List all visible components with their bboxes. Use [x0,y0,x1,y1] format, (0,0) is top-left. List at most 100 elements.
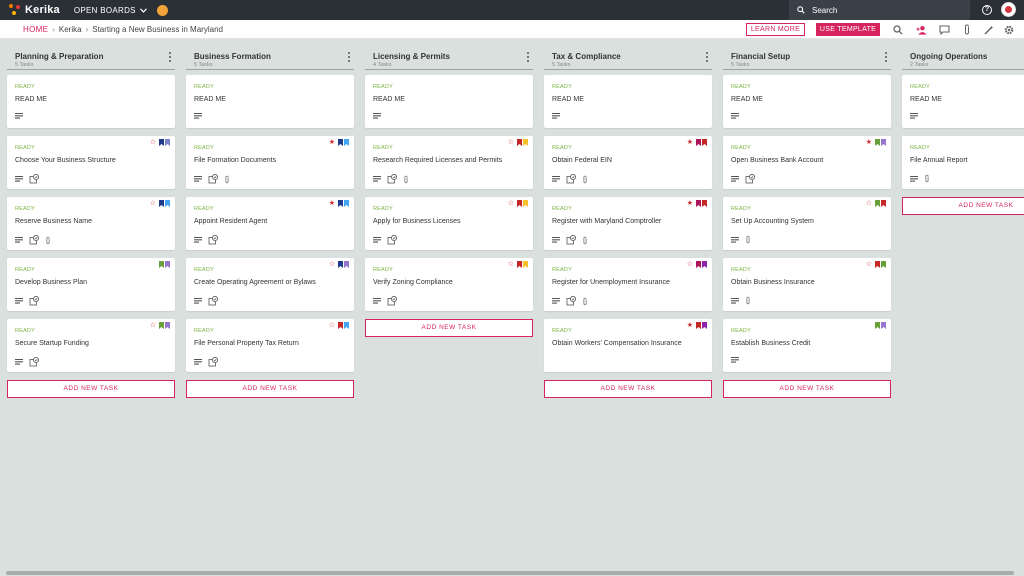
add-new-task-button[interactable]: ADD NEW TASK [7,380,175,398]
task-card[interactable]: READY READ ME [365,75,533,128]
column-task-count: 5 Tasks [15,62,34,68]
star-icon[interactable]: ★ [687,139,693,146]
tag-flag-icon [517,261,522,268]
task-card[interactable]: READY READ ME [723,75,891,128]
task-card[interactable]: ★ READY Register with Maryland Comptroll… [544,197,712,250]
tag-flag-icon [338,261,343,268]
star-icon[interactable]: ☆ [329,261,335,268]
chat-icon [194,359,202,365]
task-card[interactable]: ☆ READY Research Required Licenses and P… [365,136,533,189]
task-card[interactable]: ☆ READY Set Up Accounting System [723,197,891,250]
task-card[interactable]: ☆ READY Reserve Business Name [7,197,175,250]
task-card[interactable]: ☆ READY File Personal Property Tax Retur… [186,319,354,372]
card-icons [373,235,397,245]
star-icon[interactable]: ★ [866,139,872,146]
avatar[interactable] [1001,2,1016,17]
star-icon[interactable]: ☆ [508,139,514,146]
status-badge: READY [731,206,751,212]
task-card[interactable]: READY READ ME [186,75,354,128]
column-header[interactable]: Ongoing Operations 2 Tasks [902,46,1024,70]
card-icons [373,174,409,184]
task-card[interactable]: READY READ ME [7,75,175,128]
task-card[interactable]: ☆ READY Choose Your Business Structure [7,136,175,189]
column-header[interactable]: Business Formation 5 Tasks [186,46,354,70]
task-card[interactable]: ★ READY Obtain Federal EIN [544,136,712,189]
task-card[interactable]: ★ READY Obtain Workers' Compensation Ins… [544,319,712,372]
add-new-task-button[interactable]: ADD NEW TASK [723,380,891,398]
star-icon[interactable]: ☆ [329,322,335,329]
kerika-logo[interactable]: Kerika [9,4,60,16]
column-header[interactable]: Financial Setup 5 Tasks [723,46,891,70]
column-title[interactable]: Licensing & Permits [373,52,450,61]
task-card[interactable]: ☆ READY Obtain Business Insurance [723,258,891,311]
task-card[interactable]: ★ READY File Formation Documents [186,136,354,189]
task-card[interactable]: ☆ READY Apply for Business Licenses [365,197,533,250]
task-card[interactable]: ☆ READY Create Operating Agreement or By… [186,258,354,311]
card-icons [552,296,588,306]
card-icons [15,235,51,245]
column-title[interactable]: Ongoing Operations [910,52,987,61]
horizontal-scrollbar[interactable] [6,571,1014,575]
gear-icon[interactable] [1003,24,1014,35]
org-sun-icon[interactable] [156,4,168,16]
breadcrumb-item[interactable]: Kerika [59,25,82,34]
task-card[interactable]: READY File Annual Report [902,136,1024,189]
star-icon[interactable]: ☆ [150,139,156,146]
column-header[interactable]: Licensing & Permits 4 Tasks [365,46,533,70]
breadcrumb-home[interactable]: HOME [23,25,48,34]
chat-icon [731,236,739,243]
add-new-task-button[interactable]: ADD NEW TASK [365,319,533,337]
learn-more-button[interactable]: LEARN MORE [746,23,805,36]
task-card[interactable]: ★ READY Appoint Resident Agent [186,197,354,250]
task-card[interactable]: ☆ READY Verify Zoning Compliance [365,258,533,311]
star-icon[interactable]: ☆ [866,200,872,207]
star-icon[interactable]: ★ [687,322,693,329]
task-card[interactable]: READY READ ME [902,75,1024,128]
column-header[interactable]: Tax & Compliance 5 Tasks [544,46,712,70]
search-icon[interactable] [892,24,903,35]
column-title[interactable]: Tax & Compliance [552,52,621,61]
add-new-task-button[interactable]: ADD NEW TASK [544,380,712,398]
column-menu-icon[interactable] [167,51,173,63]
task-card[interactable]: ☆ READY Register for Unemployment Insura… [544,258,712,311]
card-tags: ☆ [508,200,528,207]
add-new-task-button[interactable]: ADD NEW TASK [186,380,354,398]
column-menu-icon[interactable] [883,51,889,63]
open-boards-menu[interactable]: OPEN BOARDS [74,6,147,15]
column-title[interactable]: Planning & Preparation [15,52,103,61]
star-icon[interactable]: ★ [687,200,693,207]
search-input[interactable]: Search [789,0,970,20]
task-card[interactable]: ☆ READY Secure Startup Funding [7,319,175,372]
use-template-button[interactable]: USE TEMPLATE [816,23,880,36]
attachment-icon[interactable] [961,24,972,35]
task-card[interactable]: READY READ ME [544,75,712,128]
add-new-task-button[interactable]: ADD NEW TASK [902,197,1024,215]
card-tags [159,261,170,268]
column-menu-icon[interactable] [704,51,710,63]
column-title[interactable]: Business Formation [194,52,271,61]
chat-icon[interactable] [939,24,950,35]
column-menu-icon[interactable] [346,51,352,63]
star-icon[interactable]: ☆ [508,200,514,207]
tag-flag-icon [875,261,880,268]
card-tags: ★ [687,139,707,146]
star-icon[interactable]: ☆ [508,261,514,268]
star-icon[interactable]: ☆ [150,322,156,329]
add-person-icon[interactable] [916,24,927,35]
star-icon[interactable]: ★ [329,139,335,146]
column-title[interactable]: Financial Setup [731,52,790,61]
task-title: Open Business Bank Account [731,157,824,164]
star-icon[interactable]: ☆ [150,200,156,207]
star-icon[interactable]: ★ [329,200,335,207]
star-icon[interactable]: ☆ [866,261,872,268]
wand-icon[interactable] [983,24,994,35]
column-header[interactable]: Planning & Preparation 5 Tasks [7,46,175,70]
tag-flag-icon [338,139,343,146]
star-icon[interactable]: ☆ [687,261,693,268]
checklist-icon [387,235,397,245]
column-menu-icon[interactable] [525,51,531,63]
task-card[interactable]: READY Establish Business Credit [723,319,891,372]
help-icon[interactable]: ? [982,5,992,15]
task-card[interactable]: READY Develop Business Plan [7,258,175,311]
task-card[interactable]: ★ READY Open Business Bank Account [723,136,891,189]
